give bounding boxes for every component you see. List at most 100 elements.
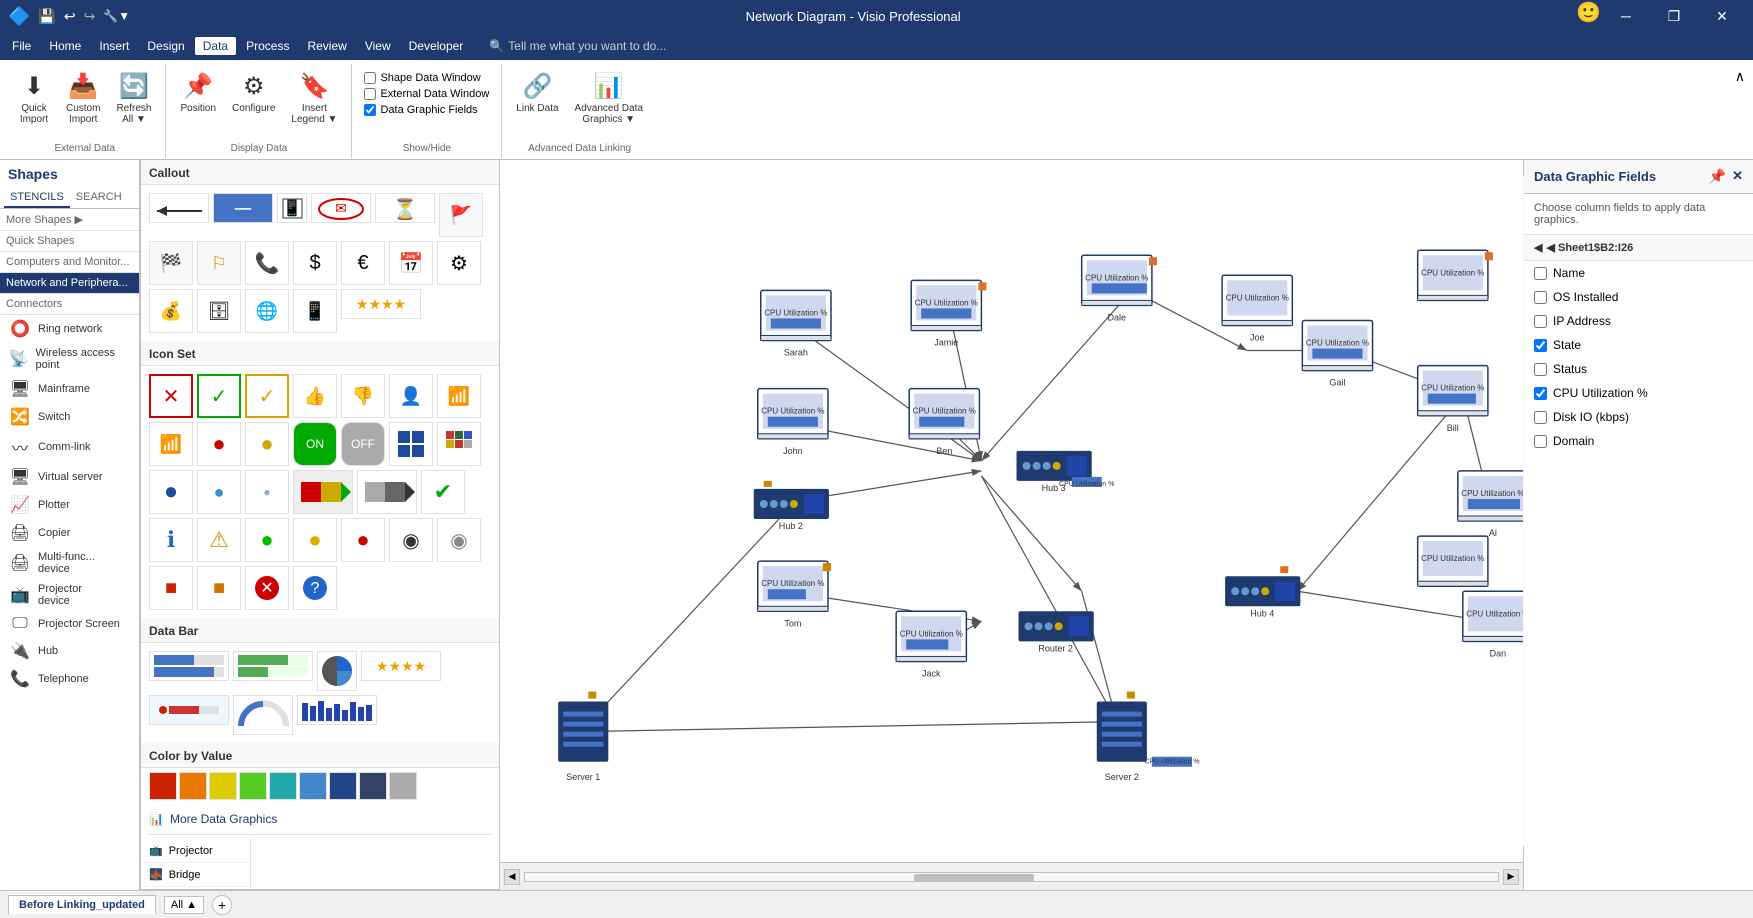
- ribbon-collapse-icon[interactable]: ∧: [1735, 68, 1745, 85]
- sidebar-item-virtual-server[interactable]: 🖥 Virtual server: [0, 463, 139, 491]
- sidebar-projector[interactable]: 📺 Projector: [141, 839, 250, 863]
- check-icon[interactable]: ✓: [197, 374, 241, 418]
- star-rating-shape[interactable]: ★★★★: [341, 289, 421, 319]
- sidebar-bridge[interactable]: 🌉 Bridge: [141, 863, 250, 887]
- gear-shape[interactable]: ⚙: [437, 241, 481, 285]
- database-shape[interactable]: 🗄: [197, 289, 241, 333]
- node-hub4[interactable]: Hub 4: [1225, 566, 1300, 618]
- data-graphic-fields-checkbox[interactable]: [364, 104, 376, 116]
- configure-button[interactable]: ⚙ Configure: [226, 68, 281, 118]
- field-domain-checkbox[interactable]: [1534, 435, 1547, 448]
- sidebar-item-plotter[interactable]: 📈 Plotter: [0, 491, 139, 519]
- color-red-swatch[interactable]: [149, 772, 177, 800]
- pie-chart-shape[interactable]: [317, 651, 357, 691]
- node-jamie[interactable]: CPU Utilization % Jamie: [911, 280, 986, 347]
- node-extra2[interactable]: CPU Utilization %: [1418, 536, 1488, 586]
- blue-circle-sm[interactable]: ●: [245, 470, 289, 514]
- h-scrollbar-thumb[interactable]: [914, 874, 1034, 882]
- thumbs-up-icon[interactable]: 👍: [293, 374, 337, 418]
- vertical-bars-shape[interactable]: [297, 695, 377, 725]
- field-state-checkbox[interactable]: [1534, 339, 1547, 352]
- callout-shape-2[interactable]: ━━━: [213, 193, 273, 223]
- globe-shape[interactable]: 🌐: [245, 289, 289, 333]
- scroll-right-btn[interactable]: ▶: [1503, 869, 1519, 885]
- field-os-installed-item[interactable]: OS Installed: [1524, 285, 1753, 309]
- mobile-shape[interactable]: 📱: [293, 289, 337, 333]
- field-ip-address-checkbox[interactable]: [1534, 315, 1547, 328]
- warning-icon[interactable]: ⚠: [197, 518, 241, 562]
- menu-insert[interactable]: Insert: [91, 37, 137, 55]
- field-disk-io-item[interactable]: Disk IO (kbps): [1524, 405, 1753, 429]
- money-bag-shape[interactable]: 💰: [149, 289, 193, 333]
- node-extra1[interactable]: CPU Utilization %: [1418, 250, 1493, 300]
- check-green-icon[interactable]: ✔: [421, 470, 465, 514]
- shape-data-window-check[interactable]: Shape Data Window: [364, 72, 489, 84]
- flag-multi-2[interactable]: [357, 470, 417, 514]
- quick-import-button[interactable]: ⬇ QuickImport: [12, 68, 56, 129]
- color-blue-dark-swatch[interactable]: [329, 772, 357, 800]
- sidebar-item-comm-link[interactable]: 〰 Comm-link: [0, 431, 139, 463]
- link-data-button[interactable]: 🔗 Link Data: [510, 68, 564, 118]
- menu-file[interactable]: File: [4, 37, 39, 55]
- field-disk-io-checkbox[interactable]: [1534, 411, 1547, 424]
- stencils-tab[interactable]: STENCILS: [4, 188, 70, 208]
- info-blue-icon[interactable]: ℹ: [149, 518, 193, 562]
- blue-circle-md[interactable]: ●: [197, 470, 241, 514]
- field-domain-item[interactable]: Domain: [1524, 429, 1753, 453]
- callout-shape-5[interactable]: ⏳: [375, 193, 435, 223]
- node-joe[interactable]: CPU Utilization % Joe: [1222, 275, 1292, 342]
- node-sarah[interactable]: CPU Utilization % Sarah: [761, 290, 831, 357]
- search-tab[interactable]: SEARCH: [70, 188, 128, 208]
- person-icon[interactable]: 👤: [389, 374, 433, 418]
- color-orange-swatch[interactable]: [179, 772, 207, 800]
- data-bar-2[interactable]: [233, 651, 313, 681]
- grid-multi-icon[interactable]: [437, 422, 481, 466]
- field-state-item[interactable]: State: [1524, 333, 1753, 357]
- field-name-item[interactable]: Name: [1524, 261, 1753, 285]
- color-blue-gray-swatch[interactable]: [299, 772, 327, 800]
- tab-all-btn[interactable]: All ▲: [164, 896, 204, 914]
- toggle-off-icon[interactable]: OFF: [341, 422, 385, 466]
- node-hub2[interactable]: Hub 2: [754, 481, 829, 531]
- node-dale[interactable]: CPU Utilization % Dale: [1082, 255, 1157, 322]
- pin-icon[interactable]: 📌: [1709, 168, 1726, 185]
- green-dot[interactable]: ●: [245, 518, 289, 562]
- blue-circle-lg[interactable]: ●: [149, 470, 193, 514]
- thermometer-shape[interactable]: [149, 695, 229, 725]
- computers-section[interactable]: Computers and Monitor...: [0, 252, 139, 273]
- wifi-full-icon[interactable]: 📶: [437, 374, 481, 418]
- sidebar-item-telephone[interactable]: 📞 Telephone: [0, 665, 139, 693]
- node-dan[interactable]: CPU Utilization % Dan: [1463, 591, 1523, 658]
- advanced-data-graphics-button[interactable]: 📊 Advanced DataGraphics ▼: [569, 68, 649, 129]
- thumbs-down-icon[interactable]: 👎: [341, 374, 385, 418]
- sheet-section[interactable]: ◀ ◀ Sheet1$B2:I26: [1524, 235, 1753, 261]
- flag-shape-2[interactable]: 🏁: [149, 241, 193, 285]
- more-shapes-section[interactable]: More Shapes ▶: [0, 209, 139, 231]
- refresh-all-button[interactable]: 🔄 RefreshAll ▼: [110, 68, 157, 129]
- check-orange-icon[interactable]: ✓: [245, 374, 289, 418]
- callout-shape-1[interactable]: [149, 193, 209, 223]
- more-data-graphics-link[interactable]: 📊 More Data Graphics: [141, 804, 499, 834]
- color-gray-swatch[interactable]: [389, 772, 417, 800]
- menu-review[interactable]: Review: [299, 37, 354, 55]
- calendar-shape[interactable]: 📅: [389, 241, 433, 285]
- menu-design[interactable]: Design: [139, 37, 192, 55]
- yellow-circle-icon[interactable]: ●: [245, 422, 289, 466]
- wifi-medium-icon[interactable]: 📶: [149, 422, 193, 466]
- sidebar-item-wireless[interactable]: 📡 Wireless access point: [0, 343, 139, 375]
- callout-shape-3[interactable]: 📱: [277, 193, 307, 223]
- color-navy-swatch[interactable]: [359, 772, 387, 800]
- node-server1[interactable]: Server 1: [558, 692, 608, 782]
- minimize-button[interactable]: ─: [1603, 0, 1649, 32]
- right-panel-close-icon[interactable]: ✕: [1732, 168, 1743, 185]
- red-dot[interactable]: ●: [341, 518, 385, 562]
- node-hub3[interactable]: Hub 3 CPU Utilization %: [1017, 451, 1115, 493]
- color-green-swatch[interactable]: [239, 772, 267, 800]
- sidebar-scroll[interactable]: More Shapes ▶ Quick Shapes Computers and…: [0, 209, 139, 890]
- shape-data-window-checkbox[interactable]: [364, 72, 376, 84]
- flag-shape-1[interactable]: 🚩: [439, 193, 483, 237]
- sidebar-item-hub[interactable]: 🔌 Hub: [0, 637, 139, 665]
- node-server2[interactable]: Server 2 CPU Utilization %: [1097, 692, 1200, 782]
- redo-icon[interactable]: ↪: [84, 8, 96, 25]
- star-rating-bar[interactable]: ★★★★: [361, 651, 441, 681]
